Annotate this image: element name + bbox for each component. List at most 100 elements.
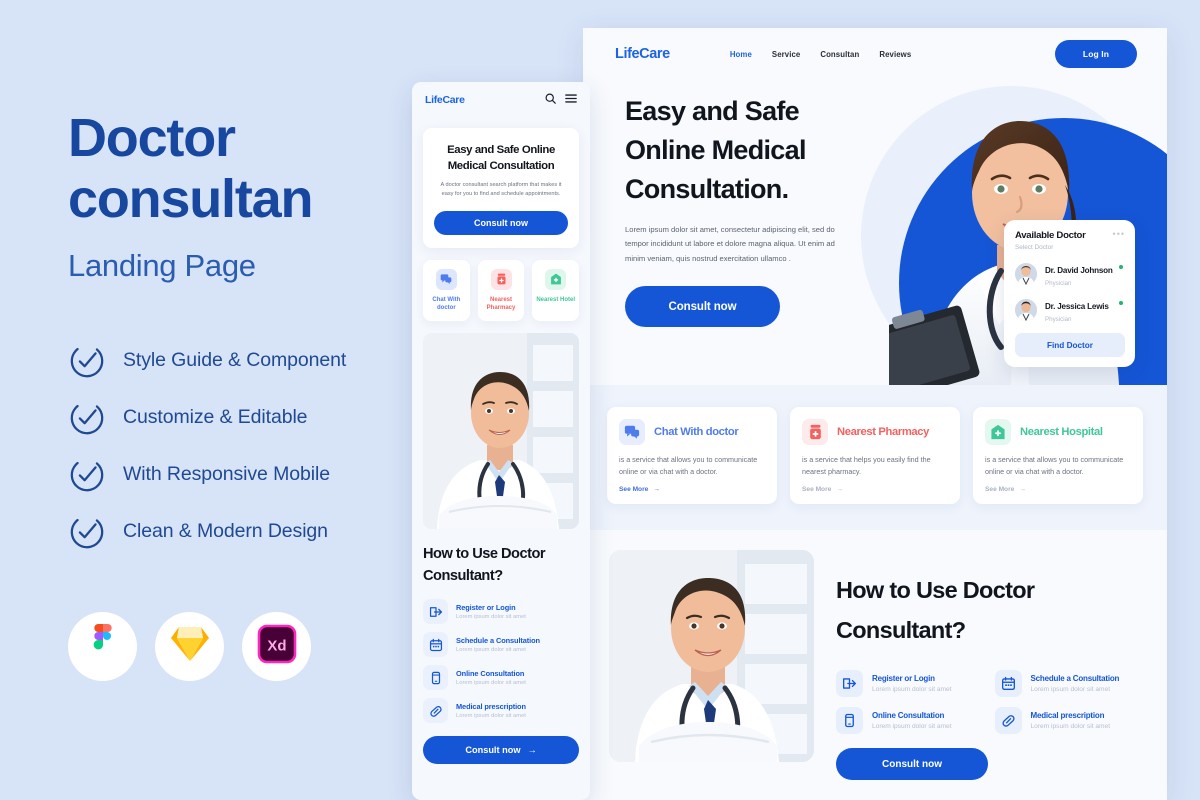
step-text: Schedule a Consultation Lorem ipsum dolo… — [1031, 674, 1120, 693]
feature-label: Clean & Modern Design — [123, 520, 328, 542]
see-more-label: See More — [619, 486, 649, 494]
promo-title-line2: consultan — [68, 169, 313, 229]
list-item[interactable]: Online Consultation Lorem ipsum dolor si… — [423, 665, 579, 690]
mobile-howto-title-line1: How to Use Doctor — [423, 546, 546, 562]
list-item[interactable]: Register or Login Lorem ipsum dolor sit … — [423, 599, 579, 624]
mobile-consult-now-button[interactable]: Consult now — [434, 210, 568, 235]
arrow-right-icon: → — [527, 745, 537, 755]
service-card-chat[interactable]: Chat With doctor is a service that allow… — [607, 407, 777, 505]
brand-logo[interactable]: LifeCare — [615, 46, 670, 62]
consult-now-button[interactable]: Consult now — [625, 286, 780, 328]
howto-title-line1: How to Use Doctor — [836, 577, 1035, 604]
step-title: Online Consultation — [456, 669, 525, 678]
list-item[interactable]: Dr. Jessica Lewis Physician — [1015, 296, 1125, 323]
list-item[interactable]: Medical prescription Lorem ipsum dolor s… — [423, 698, 579, 723]
howto-title: How to Use Doctor Consultant? — [836, 570, 1141, 650]
nav-link-reviews[interactable]: Reviews — [879, 50, 911, 59]
mobile-doctor-photo — [423, 333, 579, 529]
mobile-chip-label: Nearest Pharmacy — [486, 296, 516, 312]
list-item[interactable]: Medical prescription Lorem ipsum dolor s… — [994, 707, 1142, 735]
find-doctor-button[interactable]: Find Doctor — [1015, 333, 1125, 357]
mobile-chip-pharmacy[interactable]: Nearest Pharmacy — [477, 259, 525, 321]
available-doctor-card: Available Doctor ••• Select Doctor Dr. D… — [1004, 220, 1135, 367]
feature-label: With Responsive Mobile — [123, 463, 330, 485]
service-card-pharmacy[interactable]: Nearest Pharmacy is a service that helps… — [790, 407, 960, 505]
login-arrow-icon — [423, 599, 448, 624]
see-more-link[interactable]: See More → — [802, 486, 948, 493]
mobile-chip-chat[interactable]: Chat With doctor — [423, 259, 470, 321]
chat-bubble-icon — [435, 268, 457, 290]
service-title: Chat With doctor — [654, 426, 739, 438]
list-item[interactable]: Dr. David Johnson Physician — [1015, 260, 1125, 287]
service-card-hospital[interactable]: Nearest Hospital is a service that allow… — [973, 407, 1143, 505]
see-more-label: See More — [985, 486, 1015, 494]
mobile-bottom-cta-label: Consult now — [465, 745, 521, 755]
arrow-right-icon: → — [836, 486, 843, 494]
step-title: Medical prescription — [456, 702, 526, 711]
adobe-xd-badge: Xd — [242, 612, 311, 681]
service-card-header: Nearest Hospital — [985, 419, 1131, 445]
see-more-link[interactable]: See More → — [985, 486, 1131, 493]
adobe-xd-icon: Xd — [257, 624, 297, 669]
pill-icon — [423, 698, 448, 723]
svg-text:Xd: Xd — [267, 638, 286, 655]
service-description: is a service that allows you to communic… — [619, 455, 758, 476]
list-item[interactable]: Register or Login Lorem ipsum dolor sit … — [836, 670, 983, 698]
login-button[interactable]: Log In — [1054, 40, 1137, 68]
mobile-howto-consult-now-button[interactable]: Consult now → — [423, 736, 579, 764]
step-title: Medical prescription — [1030, 711, 1105, 721]
mobile-phone-icon — [836, 707, 863, 735]
mobile-phone-icon — [423, 665, 448, 690]
sketch-badge — [155, 612, 224, 681]
brand-logo[interactable]: LifeCare — [425, 94, 465, 106]
step-title: Schedule a Consultation — [1030, 674, 1120, 684]
mobile-chip-hotel[interactable]: Nearest Hotel — [532, 259, 580, 321]
mobile-howto-title: How to Use Doctor Consultant? — [423, 543, 579, 587]
medicine-jar-icon — [490, 268, 512, 290]
list-item[interactable]: Schedule a Consultation Lorem ipsum dolo… — [994, 670, 1142, 698]
list-item[interactable]: Online Consultation Lorem ipsum dolor si… — [836, 707, 983, 735]
chat-bubble-icon — [619, 419, 645, 445]
nav-link-home[interactable]: Home — [730, 50, 752, 59]
mobile-step-text: Register or Login Lorem ipsum dolor sit … — [456, 603, 526, 620]
select-doctor-label: Select Doctor — [1015, 244, 1054, 251]
see-more-label: See More — [802, 486, 832, 494]
howto-consult-now-button[interactable]: Consult now — [836, 748, 988, 781]
pill-icon — [994, 707, 1022, 735]
mobile-chip-label: Nearest Hotel — [536, 296, 576, 303]
mobile-howto-title-line2: Consultant? — [423, 568, 503, 584]
available-doctor-header: Available Doctor ••• — [1015, 230, 1125, 242]
hero-text-block: Easy and Safe Online Medical Consultatio… — [583, 80, 835, 328]
doctor-info: Dr. David Johnson Physician — [1045, 260, 1113, 287]
step-title: Register or Login — [872, 674, 935, 684]
hospital-icon — [985, 419, 1011, 445]
step-title: Register or Login — [456, 603, 516, 612]
check-circle-icon — [68, 399, 106, 437]
nav-link-service[interactable]: Service — [772, 50, 800, 59]
step-description: Lorem ipsum dolor sit amet — [456, 713, 526, 719]
hero-title-line1: Easy and Safe — [625, 96, 800, 126]
service-description: is a service that allows you to communic… — [985, 455, 1124, 476]
search-icon[interactable] — [545, 91, 556, 109]
hamburger-menu-icon[interactable] — [565, 91, 577, 109]
medicine-jar-icon — [802, 419, 828, 445]
step-text: Medical prescription Lorem ipsum dolor s… — [1031, 711, 1111, 730]
nav-link-consultan[interactable]: Consultan — [820, 50, 859, 59]
desktop-navbar: LifeCare Home Service Consultan Reviews … — [583, 28, 1167, 80]
service-description: is a service that helps you easily find … — [802, 455, 931, 476]
hero-paragraph: Lorem ipsum dolor sit amet, consectetur … — [625, 225, 835, 263]
calendar-icon — [994, 670, 1022, 698]
calendar-icon — [423, 632, 448, 657]
step-text: Register or Login Lorem ipsum dolor sit … — [872, 674, 952, 693]
list-item[interactable]: Schedule a Consultation Lorem ipsum dolo… — [423, 632, 579, 657]
see-more-link[interactable]: See More → — [619, 486, 765, 493]
ellipsis-icon[interactable]: ••• — [1113, 230, 1125, 239]
hero-title: Easy and Safe Online Medical Consultatio… — [625, 92, 833, 209]
promo-panel: Doctor consultan Landing Page Style Guid… — [68, 108, 408, 560]
page-title: Doctor consultan — [68, 108, 408, 230]
howto-step-grid: Register or Login Lorem ipsum dolor sit … — [836, 670, 1142, 735]
available-doctor-title: Available Doctor — [1015, 230, 1086, 241]
step-description: Lorem ipsum dolor sit amet — [872, 686, 952, 694]
service-card-header: Chat With doctor — [619, 419, 765, 445]
hero-title-line3: Consultation. — [625, 174, 789, 204]
